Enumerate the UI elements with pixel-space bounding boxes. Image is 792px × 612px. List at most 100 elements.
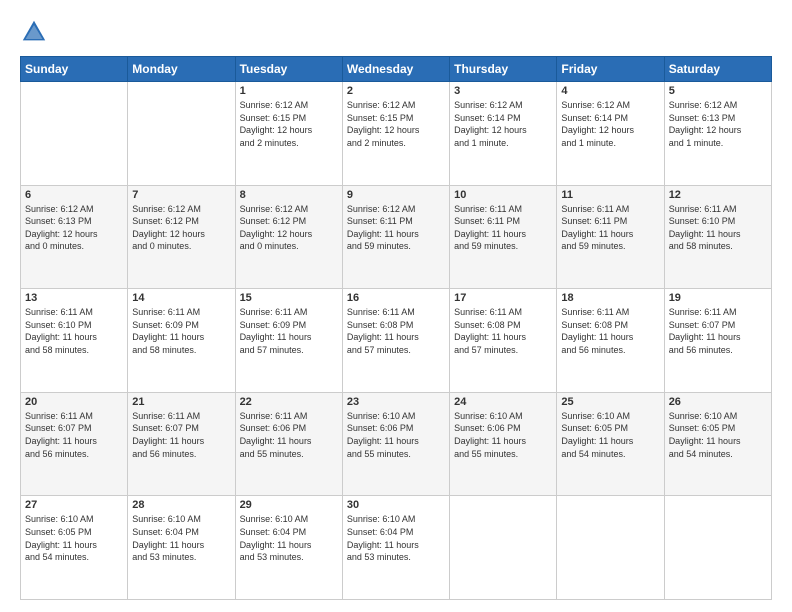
- calendar-cell: [557, 496, 664, 600]
- calendar-cell: 26Sunrise: 6:10 AM Sunset: 6:05 PM Dayli…: [664, 392, 771, 496]
- day-info: Sunrise: 6:12 AM Sunset: 6:15 PM Dayligh…: [347, 99, 445, 149]
- calendar-cell: 23 Sunrise: 6:10 AM Sunset: 6:06 PM Dayli…: [342, 392, 449, 496]
- day-header-friday: Friday: [557, 57, 664, 82]
- calendar-week-3: 13Sunrise: 6:11 AM Sunset: 6:10 PM Dayli…: [21, 289, 772, 393]
- day-number: 1: [240, 85, 338, 97]
- day-info: Sunrise: 6:12 AM Sunset: 6:15 PM Dayligh…: [240, 99, 338, 149]
- logo: [20, 18, 52, 46]
- day-number: 22: [240, 396, 338, 408]
- calendar-cell: 12 Sunrise: 6:11 AM Sunset: 6:10 PM Dayli…: [664, 185, 771, 289]
- day-number: 10: [454, 189, 552, 201]
- calendar-cell: [21, 82, 128, 186]
- day-info: Sunrise: 6:12 AM Sunset: 6:12 PM Dayligh…: [132, 203, 230, 253]
- day-number: 16: [347, 292, 445, 304]
- day-number: 17: [454, 292, 552, 304]
- day-info: Sunrise: 6:11 AM Sunset: 6:11 PM Dayligh…: [561, 203, 659, 253]
- calendar-cell: 5 Sunrise: 6:12 AM Sunset: 6:13 PM Daylig…: [664, 82, 771, 186]
- day-info: Sunrise: 6:10 AM Sunset: 6:04 PM Dayligh…: [240, 513, 338, 563]
- calendar-cell: 3 Sunrise: 6:12 AM Sunset: 6:14 PM Daylig…: [450, 82, 557, 186]
- day-info: Sunrise: 6:11 AM Sunset: 6:08 PM Dayligh…: [454, 306, 552, 356]
- day-info: Sunrise: 6:11 AM Sunset: 6:07 PM Dayligh…: [25, 410, 123, 460]
- calendar-cell: 11 Sunrise: 6:11 AM Sunset: 6:11 PM Dayli…: [557, 185, 664, 289]
- calendar-cell: 1 Sunrise: 6:12 AM Sunset: 6:15 PM Daylig…: [235, 82, 342, 186]
- day-header-thursday: Thursday: [450, 57, 557, 82]
- calendar-cell: 30 Sunrise: 6:10 AM Sunset: 6:04 PM Dayli…: [342, 496, 449, 600]
- day-number: 24: [454, 396, 552, 408]
- day-header-sunday: Sunday: [21, 57, 128, 82]
- day-info: Sunrise: 6:12 AM Sunset: 6:11 PM Dayligh…: [347, 203, 445, 253]
- calendar-cell: 14 Sunrise: 6:11 AM Sunset: 6:09 PM Dayli…: [128, 289, 235, 393]
- day-info: Sunrise: 6:11 AM Sunset: 6:09 PM Dayligh…: [132, 306, 230, 356]
- calendar-cell: 2 Sunrise: 6:12 AM Sunset: 6:15 PM Daylig…: [342, 82, 449, 186]
- logo-icon: [20, 18, 48, 46]
- calendar-cell: 28 Sunrise: 6:10 AM Sunset: 6:04 PM Dayli…: [128, 496, 235, 600]
- calendar-cell: [128, 82, 235, 186]
- calendar-cell: 21 Sunrise: 6:11 AM Sunset: 6:07 PM Dayli…: [128, 392, 235, 496]
- day-number: 30: [347, 499, 445, 511]
- calendar-cell: 6Sunrise: 6:12 AM Sunset: 6:13 PM Daylig…: [21, 185, 128, 289]
- day-info: Sunrise: 6:11 AM Sunset: 6:08 PM Dayligh…: [347, 306, 445, 356]
- day-number: 27: [25, 499, 123, 511]
- day-info: Sunrise: 6:12 AM Sunset: 6:12 PM Dayligh…: [240, 203, 338, 253]
- day-number: 5: [669, 85, 767, 97]
- day-number: 28: [132, 499, 230, 511]
- day-number: 7: [132, 189, 230, 201]
- calendar-cell: 8 Sunrise: 6:12 AM Sunset: 6:12 PM Daylig…: [235, 185, 342, 289]
- day-number: 13: [25, 292, 123, 304]
- calendar-header-row: SundayMondayTuesdayWednesdayThursdayFrid…: [21, 57, 772, 82]
- day-number: 21: [132, 396, 230, 408]
- day-info: Sunrise: 6:10 AM Sunset: 6:04 PM Dayligh…: [347, 513, 445, 563]
- calendar-cell: 22 Sunrise: 6:11 AM Sunset: 6:06 PM Dayli…: [235, 392, 342, 496]
- day-number: 20: [25, 396, 123, 408]
- calendar-cell: 27Sunrise: 6:10 AM Sunset: 6:05 PM Dayli…: [21, 496, 128, 600]
- calendar-cell: 4 Sunrise: 6:12 AM Sunset: 6:14 PM Daylig…: [557, 82, 664, 186]
- day-number: 14: [132, 292, 230, 304]
- day-info: Sunrise: 6:10 AM Sunset: 6:05 PM Dayligh…: [561, 410, 659, 460]
- day-info: Sunrise: 6:10 AM Sunset: 6:06 PM Dayligh…: [347, 410, 445, 460]
- calendar: SundayMondayTuesdayWednesdayThursdayFrid…: [20, 56, 772, 600]
- calendar-cell: 10 Sunrise: 6:11 AM Sunset: 6:11 PM Dayli…: [450, 185, 557, 289]
- day-info: Sunrise: 6:11 AM Sunset: 6:07 PM Dayligh…: [132, 410, 230, 460]
- calendar-week-4: 20 Sunrise: 6:11 AM Sunset: 6:07 PM Dayli…: [21, 392, 772, 496]
- day-number: 15: [240, 292, 338, 304]
- day-info: Sunrise: 6:11 AM Sunset: 6:10 PM Dayligh…: [669, 203, 767, 253]
- day-number: 8: [240, 189, 338, 201]
- calendar-cell: 17 Sunrise: 6:11 AM Sunset: 6:08 PM Dayli…: [450, 289, 557, 393]
- calendar-cell: 25 Sunrise: 6:10 AM Sunset: 6:05 PM Dayli…: [557, 392, 664, 496]
- day-info: Sunrise: 6:12 AM Sunset: 6:14 PM Dayligh…: [561, 99, 659, 149]
- calendar-cell: 18 Sunrise: 6:11 AM Sunset: 6:08 PM Dayli…: [557, 289, 664, 393]
- day-info: Sunrise: 6:11 AM Sunset: 6:06 PM Dayligh…: [240, 410, 338, 460]
- day-number: 2: [347, 85, 445, 97]
- day-info: Sunrise: 6:10 AM Sunset: 6:04 PM Dayligh…: [132, 513, 230, 563]
- calendar-cell: 15 Sunrise: 6:11 AM Sunset: 6:09 PM Dayli…: [235, 289, 342, 393]
- day-number: 3: [454, 85, 552, 97]
- day-info: Sunrise: 6:11 AM Sunset: 6:09 PM Dayligh…: [240, 306, 338, 356]
- calendar-week-1: 1 Sunrise: 6:12 AM Sunset: 6:15 PM Daylig…: [21, 82, 772, 186]
- calendar-cell: 24 Sunrise: 6:10 AM Sunset: 6:06 PM Dayli…: [450, 392, 557, 496]
- calendar-cell: 7 Sunrise: 6:12 AM Sunset: 6:12 PM Daylig…: [128, 185, 235, 289]
- calendar-cell: [450, 496, 557, 600]
- day-info: Sunrise: 6:11 AM Sunset: 6:07 PM Dayligh…: [669, 306, 767, 356]
- day-number: 9: [347, 189, 445, 201]
- day-info: Sunrise: 6:10 AM Sunset: 6:06 PM Dayligh…: [454, 410, 552, 460]
- day-number: 11: [561, 189, 659, 201]
- day-info: Sunrise: 6:12 AM Sunset: 6:14 PM Dayligh…: [454, 99, 552, 149]
- header: [20, 18, 772, 46]
- calendar-cell: 20 Sunrise: 6:11 AM Sunset: 6:07 PM Dayli…: [21, 392, 128, 496]
- day-number: 23: [347, 396, 445, 408]
- calendar-cell: 29 Sunrise: 6:10 AM Sunset: 6:04 PM Dayli…: [235, 496, 342, 600]
- day-number: 12: [669, 189, 767, 201]
- day-info: Sunrise: 6:11 AM Sunset: 6:08 PM Dayligh…: [561, 306, 659, 356]
- calendar-cell: [664, 496, 771, 600]
- day-number: 6: [25, 189, 123, 201]
- day-number: 4: [561, 85, 659, 97]
- calendar-cell: 16 Sunrise: 6:11 AM Sunset: 6:08 PM Dayli…: [342, 289, 449, 393]
- day-header-tuesday: Tuesday: [235, 57, 342, 82]
- day-header-wednesday: Wednesday: [342, 57, 449, 82]
- day-number: 25: [561, 396, 659, 408]
- day-info: Sunrise: 6:12 AM Sunset: 6:13 PM Dayligh…: [669, 99, 767, 149]
- day-number: 18: [561, 292, 659, 304]
- calendar-cell: 9 Sunrise: 6:12 AM Sunset: 6:11 PM Daylig…: [342, 185, 449, 289]
- day-number: 29: [240, 499, 338, 511]
- day-info: Sunrise: 6:11 AM Sunset: 6:11 PM Dayligh…: [454, 203, 552, 253]
